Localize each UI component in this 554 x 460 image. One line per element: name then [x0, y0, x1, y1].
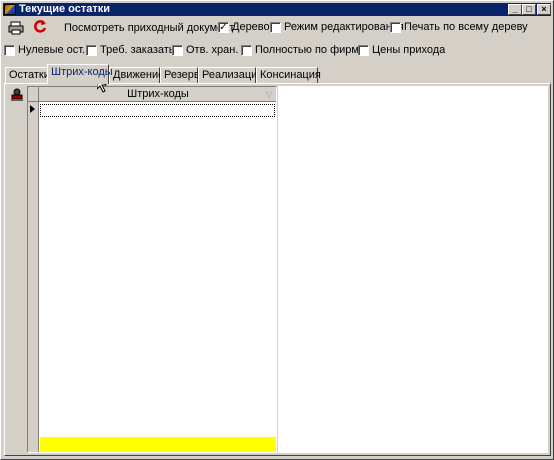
close-button[interactable]: × [537, 4, 551, 15]
grid-header: Штрих-коды ▽ [28, 87, 276, 102]
need-order-checkbox-label: Треб. заказать [100, 44, 175, 56]
print-whole-tree-checkbox[interactable] [390, 22, 401, 33]
main-window: Текущие остатки _ □ × Посмотреть приходн… [0, 0, 554, 460]
grid-footer [40, 437, 276, 452]
whole-company-checkbox-label: Полностью по фирме [255, 44, 366, 56]
edit-mode-checkbox[interactable] [270, 22, 281, 33]
zero-stock-checkbox-label: Нулевые ост. [18, 44, 86, 56]
zero-stock-checkbox[interactable] [4, 45, 15, 56]
window-title: Текущие остатки [19, 3, 110, 15]
refresh-icon[interactable] [33, 20, 47, 37]
tab-barcodes[interactable]: Штрих-коды [47, 64, 113, 84]
tab-movement[interactable]: Движение [109, 67, 164, 83]
row-indicator-column [28, 102, 39, 437]
printer-icon[interactable] [8, 21, 24, 38]
minimize-button[interactable]: _ [508, 4, 522, 15]
maximize-button[interactable]: □ [522, 4, 536, 15]
tab-sales[interactable]: Реализация [198, 67, 263, 83]
column-header-barcodes[interactable]: Штрих-коды [40, 87, 276, 102]
tab-stock[interactable]: Остатки [5, 67, 50, 83]
tree-checkbox-label: Дерево [232, 21, 270, 33]
view-incoming-document-link[interactable]: Посмотреть приходный документ [64, 22, 234, 35]
edit-mode-checkbox-label: Режим редактирования [284, 21, 404, 33]
print-whole-tree-checkbox-label: Печать по всему дереву [404, 21, 528, 33]
tab-consignment[interactable]: Консинация [256, 67, 321, 83]
barcode-cell[interactable] [40, 104, 275, 117]
whole-company-checkbox[interactable] [241, 45, 252, 56]
incoming-prices-checkbox[interactable] [358, 45, 369, 56]
detail-area [278, 86, 548, 453]
custody-checkbox-label: Отв. хран. [186, 44, 239, 56]
tree-checkbox[interactable]: ✓ [218, 22, 229, 33]
title-bar[interactable]: Текущие остатки _ □ × [3, 3, 551, 16]
filter-icon[interactable]: ▽ [266, 90, 272, 99]
barcodes-grid[interactable]: Штрих-коды ▽ [27, 86, 277, 453]
need-order-checkbox[interactable] [86, 45, 97, 56]
tab-reserve[interactable]: Резерв [160, 67, 200, 83]
grid-footer-corner [28, 437, 39, 452]
custody-checkbox[interactable] [172, 45, 183, 56]
grid-header-corner [28, 87, 39, 102]
stamp-icon[interactable] [10, 88, 24, 105]
incoming-prices-checkbox-label: Цены прихода [372, 44, 446, 56]
current-row-arrow-icon [30, 105, 35, 113]
app-icon [4, 4, 16, 15]
